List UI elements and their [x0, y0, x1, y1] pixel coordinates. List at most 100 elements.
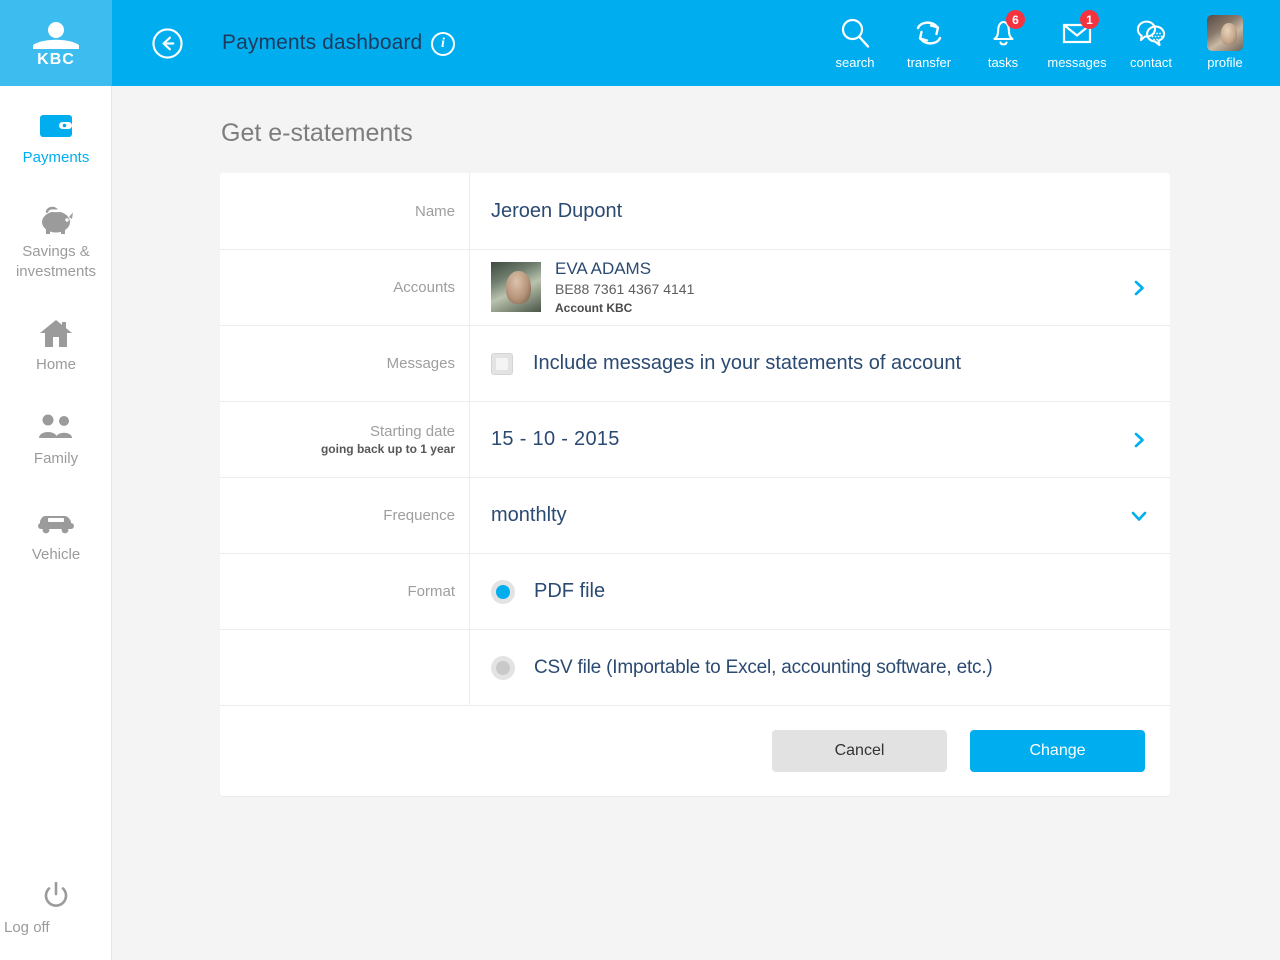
account-summary: EVA ADAMS BE88 7361 4367 4141 Account KB…: [491, 258, 694, 318]
name-value: Jeroen Dupont: [491, 200, 622, 223]
row-label-messages: Messages: [220, 326, 470, 401]
row-accounts[interactable]: Accounts EVA ADAMS BE88 7361 4367 4141 A…: [220, 250, 1170, 326]
header-action-contact[interactable]: contact: [1114, 12, 1188, 70]
section-title: Get e-statements: [221, 119, 413, 148]
svg-text:KBC: KBC: [37, 51, 75, 67]
radio-pdf-label[interactable]: PDF file: [534, 580, 605, 603]
starting-date-value[interactable]: 15 - 10 - 2015: [491, 428, 620, 451]
row-label-format-empty: [220, 630, 470, 705]
include-messages-label[interactable]: Include messages in your statements of a…: [533, 352, 961, 375]
row-value-frequence[interactable]: monthlty: [470, 478, 1170, 553]
sidebar-item-savings-investments[interactable]: Savings & investments: [0, 178, 112, 292]
row-label-starting-date: Starting date going back up to 1 year: [220, 402, 470, 477]
frequence-value[interactable]: monthlty: [491, 504, 567, 527]
radio-dot: [496, 661, 510, 675]
card-footer: Cancel Change: [220, 706, 1170, 796]
transfer-icon: [912, 12, 946, 54]
main-content: Get e-statements Name Jeroen Dupont Acco…: [112, 86, 1280, 960]
back-button[interactable]: [152, 28, 183, 59]
wallet-icon: [37, 106, 75, 146]
header-action-label: messages: [1047, 55, 1106, 70]
search-icon: [838, 12, 872, 54]
avatar-icon: [1207, 15, 1243, 51]
sidebar-item-family[interactable]: Family: [0, 385, 112, 479]
label-text: Format: [407, 583, 455, 600]
sidebar-item-label: Log off: [4, 918, 108, 938]
row-starting-date[interactable]: Starting date going back up to 1 year 15…: [220, 402, 1170, 478]
row-value-format-csv[interactable]: CSV file (Importable to Excel, accountin…: [470, 630, 1170, 705]
row-value-messages[interactable]: Include messages in your statements of a…: [470, 326, 1170, 401]
radio-csv[interactable]: [491, 656, 515, 680]
header-action-label: contact: [1130, 55, 1172, 70]
label-subtext: going back up to 1 year: [321, 442, 455, 456]
account-texts: EVA ADAMS BE88 7361 4367 4141 Account KB…: [555, 258, 694, 318]
radio-csv-label[interactable]: CSV file (Importable to Excel, accountin…: [534, 657, 993, 679]
header-action-transfer[interactable]: transfer: [892, 12, 966, 70]
change-button[interactable]: Change: [970, 730, 1145, 772]
row-messages: Messages Include messages in your statem…: [220, 326, 1170, 402]
row-format-csv[interactable]: CSV file (Importable to Excel, accountin…: [220, 630, 1170, 706]
include-messages-checkbox[interactable]: [491, 353, 513, 375]
header-action-label: transfer: [907, 55, 951, 70]
label-text: Frequence: [383, 507, 455, 524]
label-text: Name: [415, 203, 455, 220]
chevron-right-icon[interactable]: [1130, 279, 1148, 297]
sidebar-item-home[interactable]: Home: [0, 291, 112, 385]
row-label-accounts: Accounts: [220, 250, 470, 325]
radio-dot: [496, 585, 510, 599]
header-action-profile[interactable]: profile: [1188, 12, 1262, 70]
estatements-form-card: Name Jeroen Dupont Accounts EVA ADAMS B: [220, 173, 1170, 796]
header-action-label: search: [835, 55, 874, 70]
row-label-frequence: Frequence: [220, 478, 470, 553]
kbc-logo-block[interactable]: KBC: [0, 0, 112, 86]
header-action-label: profile: [1207, 55, 1242, 70]
avatar: [1207, 12, 1243, 54]
account-avatar-icon: [491, 262, 541, 312]
family-icon: [36, 407, 76, 447]
row-frequence[interactable]: Frequence monthlty: [220, 478, 1170, 554]
account-holder: EVA ADAMS: [555, 258, 694, 279]
row-format-pdf[interactable]: Format PDF file: [220, 554, 1170, 630]
power-icon: [39, 876, 73, 916]
header-action-label: tasks: [988, 55, 1018, 70]
piggy-bank-icon: [36, 200, 76, 240]
tasks-badge: 6: [1006, 10, 1025, 29]
row-value-accounts[interactable]: EVA ADAMS BE88 7361 4367 4141 Account KB…: [470, 250, 1170, 325]
sidebar-item-label: Home: [4, 355, 108, 375]
header-action-tasks[interactable]: 6 tasks: [966, 12, 1040, 70]
sidebar: Payments Savings & investments: [0, 86, 112, 960]
kbc-logo-icon: KBC: [25, 19, 87, 67]
row-label-name: Name: [220, 173, 470, 249]
account-type: Account KBC: [555, 299, 694, 317]
messages-badge: 1: [1080, 10, 1099, 29]
chevron-down-icon[interactable]: [1130, 507, 1148, 525]
header-action-messages[interactable]: 1 messages: [1040, 12, 1114, 70]
row-name: Name Jeroen Dupont: [220, 173, 1170, 250]
radio-pdf[interactable]: [491, 580, 515, 604]
sidebar-item-label: Vehicle: [4, 545, 108, 565]
top-header: KBC Payments dashboard i search: [0, 0, 1280, 86]
sidebar-item-label: Savings & investments: [4, 242, 108, 282]
header-actions: search transfer: [818, 12, 1262, 70]
chat-bubbles-icon: [1133, 12, 1169, 54]
car-icon: [35, 503, 77, 543]
page-title: Payments dashboard: [222, 31, 422, 55]
row-value-name: Jeroen Dupont: [470, 173, 1170, 249]
app-root: KBC Payments dashboard i search: [0, 0, 1280, 960]
sidebar-item-payments[interactable]: Payments: [0, 86, 112, 178]
sidebar-item-vehicle[interactable]: Vehicle: [0, 479, 112, 575]
label-text: Messages: [387, 355, 455, 372]
label-text: Starting date: [370, 423, 455, 440]
house-icon: [38, 313, 74, 353]
row-value-format-pdf[interactable]: PDF file: [470, 554, 1170, 629]
sidebar-item-logoff[interactable]: Log off: [0, 876, 112, 938]
info-circle-icon[interactable]: i: [431, 32, 455, 56]
header-action-search[interactable]: search: [818, 12, 892, 70]
row-label-format: Format: [220, 554, 470, 629]
label-text: Accounts: [393, 279, 455, 296]
row-value-starting-date[interactable]: 15 - 10 - 2015: [470, 402, 1170, 477]
cancel-button[interactable]: Cancel: [772, 730, 947, 772]
chevron-right-icon[interactable]: [1130, 431, 1148, 449]
sidebar-item-label: Payments: [4, 148, 108, 168]
sidebar-item-label: Family: [4, 449, 108, 469]
